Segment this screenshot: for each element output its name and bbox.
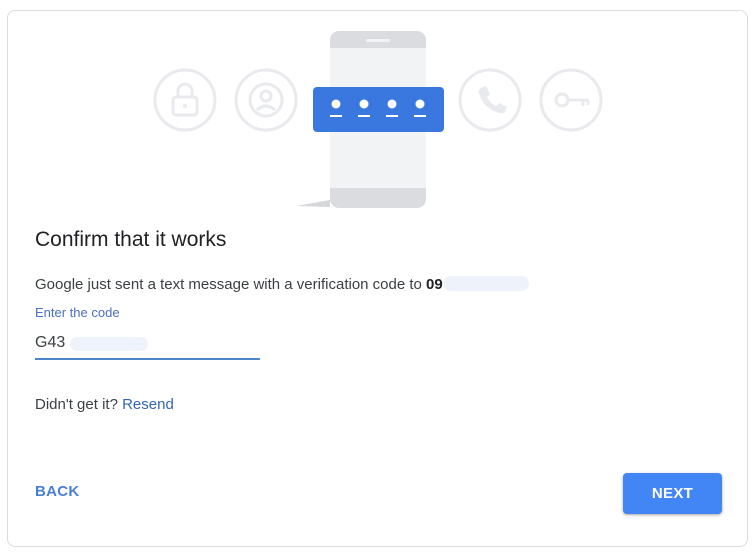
back-button[interactable]: BACK [35,483,80,500]
code-dot-underline [330,115,342,117]
phone-shadow [296,200,330,207]
code-dot-underline [358,115,370,117]
lock-icon [153,68,217,132]
next-button[interactable]: NEXT [623,473,722,514]
description: Google just sent a text message with a v… [35,276,529,293]
phone-number: 09 [426,276,443,293]
code-dot [387,99,397,109]
account-circle-icon [234,68,298,132]
redacted-code-digits [70,337,148,351]
resend-prompt: Didn't get it? [35,396,118,413]
resend-row: Didn't get it? Resend [35,396,174,413]
page-title: Confirm that it works [35,228,227,251]
description-text: Google just sent a text message with a v… [35,276,427,293]
redacted-phone-digits [442,276,529,291]
header-illustration [153,31,603,208]
code-dot [331,99,341,109]
code-dot-underline [386,115,398,117]
code-field-label: Enter the code [35,305,120,320]
code-input[interactable]: G43 [35,332,260,360]
phone-illustration [313,31,444,208]
code-dot [359,99,369,109]
resend-link[interactable]: Resend [122,396,174,413]
phone-call-icon [458,68,522,132]
key-icon [539,68,603,132]
code-dot-underline [414,115,426,117]
code-dot [415,99,425,109]
code-input-value[interactable]: G43 [35,334,65,352]
